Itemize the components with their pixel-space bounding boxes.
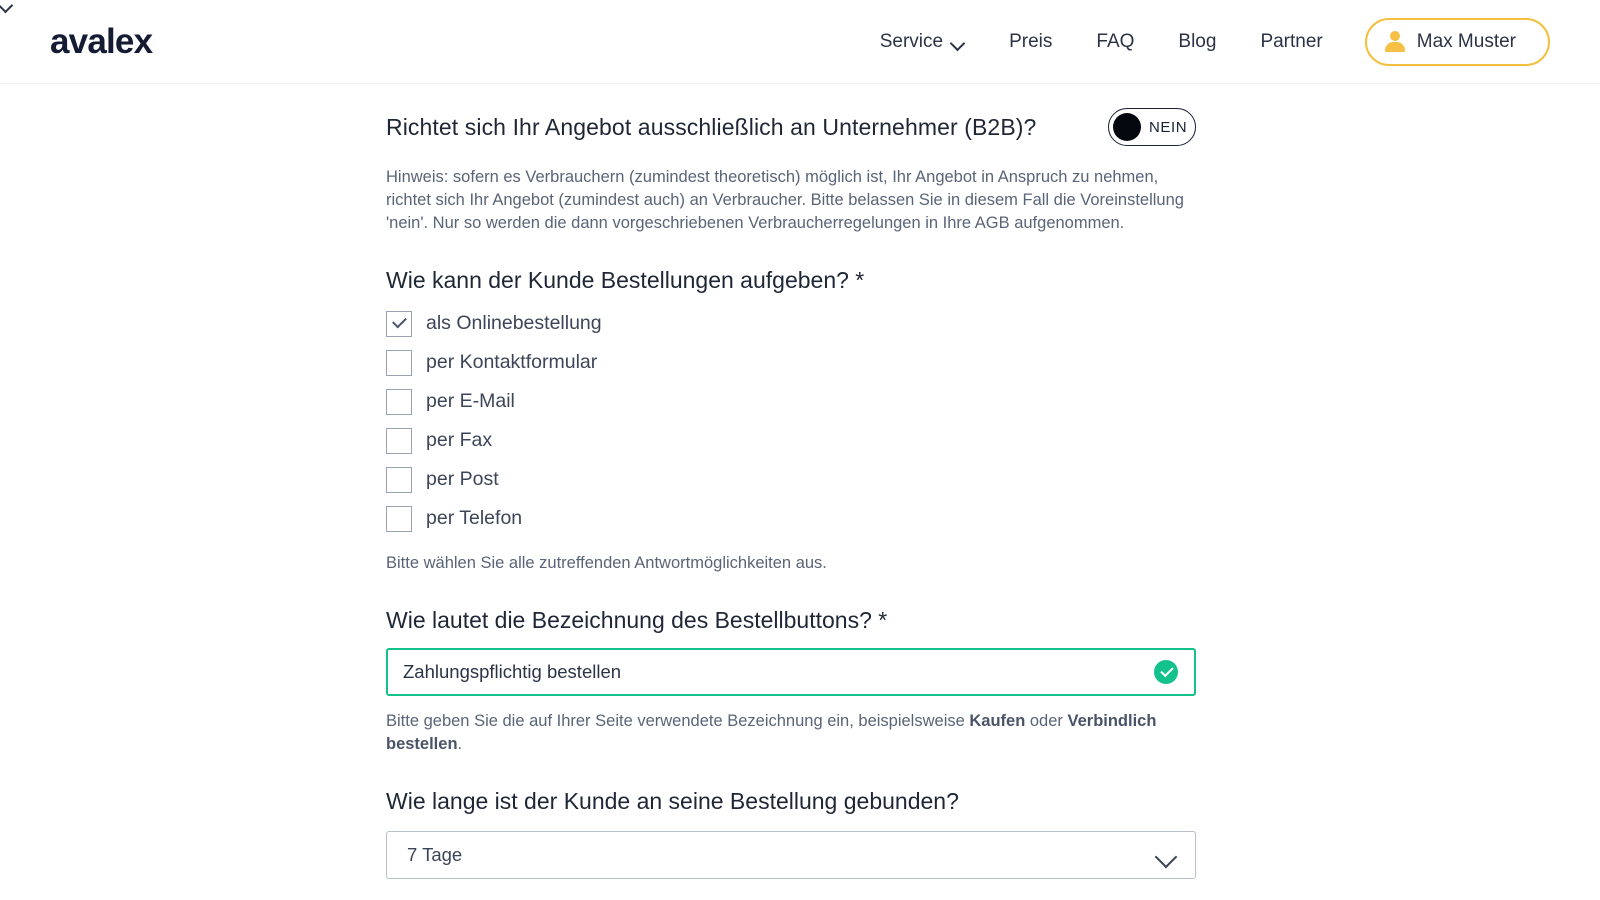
checkbox-label-onlinebestellung: als Onlinebestellung [426,312,602,334]
order-methods-checkbox-list: als Onlinebestellung per Kontaktformular… [386,304,1196,538]
order-methods-hint-text: Bitte wählen Sie alle zutreffenden Antwo… [386,554,827,572]
b2b-toggle[interactable]: NEIN [1108,108,1196,146]
nav-item-faq-label: FAQ [1096,30,1135,52]
nav-item-faq[interactable]: FAQ [1074,21,1156,63]
nav-item-preis[interactable]: Preis [987,21,1074,63]
checkbox-label-email: per E-Mail [426,390,515,412]
checkbox-row-onlinebestellung[interactable]: als Onlinebestellung [386,304,1196,343]
page-body: Richtet sich Ihr Angebot ausschließlich … [0,84,1600,900]
user-name-label: Max Muster [1416,30,1516,52]
hint-example-kaufen: Kaufen [969,712,1026,730]
checkbox-kontaktformular[interactable] [386,349,412,376]
checkbox-row-post[interactable]: per Post [386,460,1196,499]
order-button-input[interactable]: Zahlungspflichtig bestellen [403,661,1154,683]
checkbox-row-telefon[interactable]: per Telefon [386,499,1196,538]
checkbox-row-kontaktformular[interactable]: per Kontaktformular [386,343,1196,382]
checkbox-fax[interactable] [386,427,412,454]
checkbox-row-email[interactable]: per E-Mail [386,382,1196,421]
checkbox-label-fax: per Fax [426,429,493,451]
chevron-down-icon [1155,849,1177,862]
user-menu-button[interactable]: Max Muster [1364,17,1550,66]
checkbox-email[interactable] [386,388,412,415]
chevron-down-icon [952,38,965,46]
avalex-logo[interactable]: avalex [50,22,153,62]
order-button-question-label: Wie lautet die Bezeichnung des Bestellbu… [386,607,888,633]
order-button-hint-text: Bitte geben Sie die auf Ihrer Seite verw… [386,710,1196,756]
hint-middle: oder [1025,712,1068,730]
nav-item-blog[interactable]: Blog [1156,21,1238,63]
toggle-value-label: NEIN [1149,118,1188,136]
check-circle-icon [1154,660,1178,684]
toggle-knob [1113,113,1141,141]
b2b-hint-text: Hinweis: sofern es Verbrauchern (zuminde… [386,168,1184,232]
checkbox-onlinebestellung[interactable] [386,310,412,337]
binding-period-select[interactable]: 7 Tage [386,831,1196,879]
hint-prefix: Bitte geben Sie die auf Ihrer Seite verw… [386,712,970,730]
b2b-question-row: Richtet sich Ihr Angebot ausschließlich … [386,108,1196,146]
checkbox-label-telefon: per Telefon [426,507,523,529]
b2b-question-label: Richtet sich Ihr Angebot ausschließlich … [386,113,1037,140]
nav-item-partner[interactable]: Partner [1238,21,1344,63]
main-navigation: Service Preis FAQ Blog Partner Max Muste… [858,17,1550,66]
nav-item-blog-label: Blog [1178,30,1217,52]
site-header: avalex Service Preis FAQ Blog Partner Ma… [0,0,1600,84]
person-icon [1384,31,1405,52]
hint-suffix: . [457,735,463,753]
order-methods-question-label: Wie kann der Kunde Bestellungen aufgeben… [386,267,865,293]
checkbox-telefon[interactable] [386,505,412,532]
checkbox-row-fax[interactable]: per Fax [386,421,1196,460]
checkbox-label-kontaktformular: per Kontaktformular [426,351,598,373]
nav-item-preis-label: Preis [1009,30,1053,52]
nav-item-service[interactable]: Service [858,21,987,63]
nav-item-service-label: Service [879,30,944,52]
nav-item-partner-label: Partner [1260,30,1323,52]
checkbox-post[interactable] [386,466,412,493]
binding-period-question-label: Wie lange ist der Kunde an seine Bestell… [386,788,959,814]
checkbox-label-post: per Post [426,468,499,490]
binding-period-selected-value: 7 Tage [407,844,463,865]
order-button-input-wrapper[interactable]: Zahlungspflichtig bestellen [386,648,1196,696]
form-column: Richtet sich Ihr Angebot ausschließlich … [386,84,1196,900]
